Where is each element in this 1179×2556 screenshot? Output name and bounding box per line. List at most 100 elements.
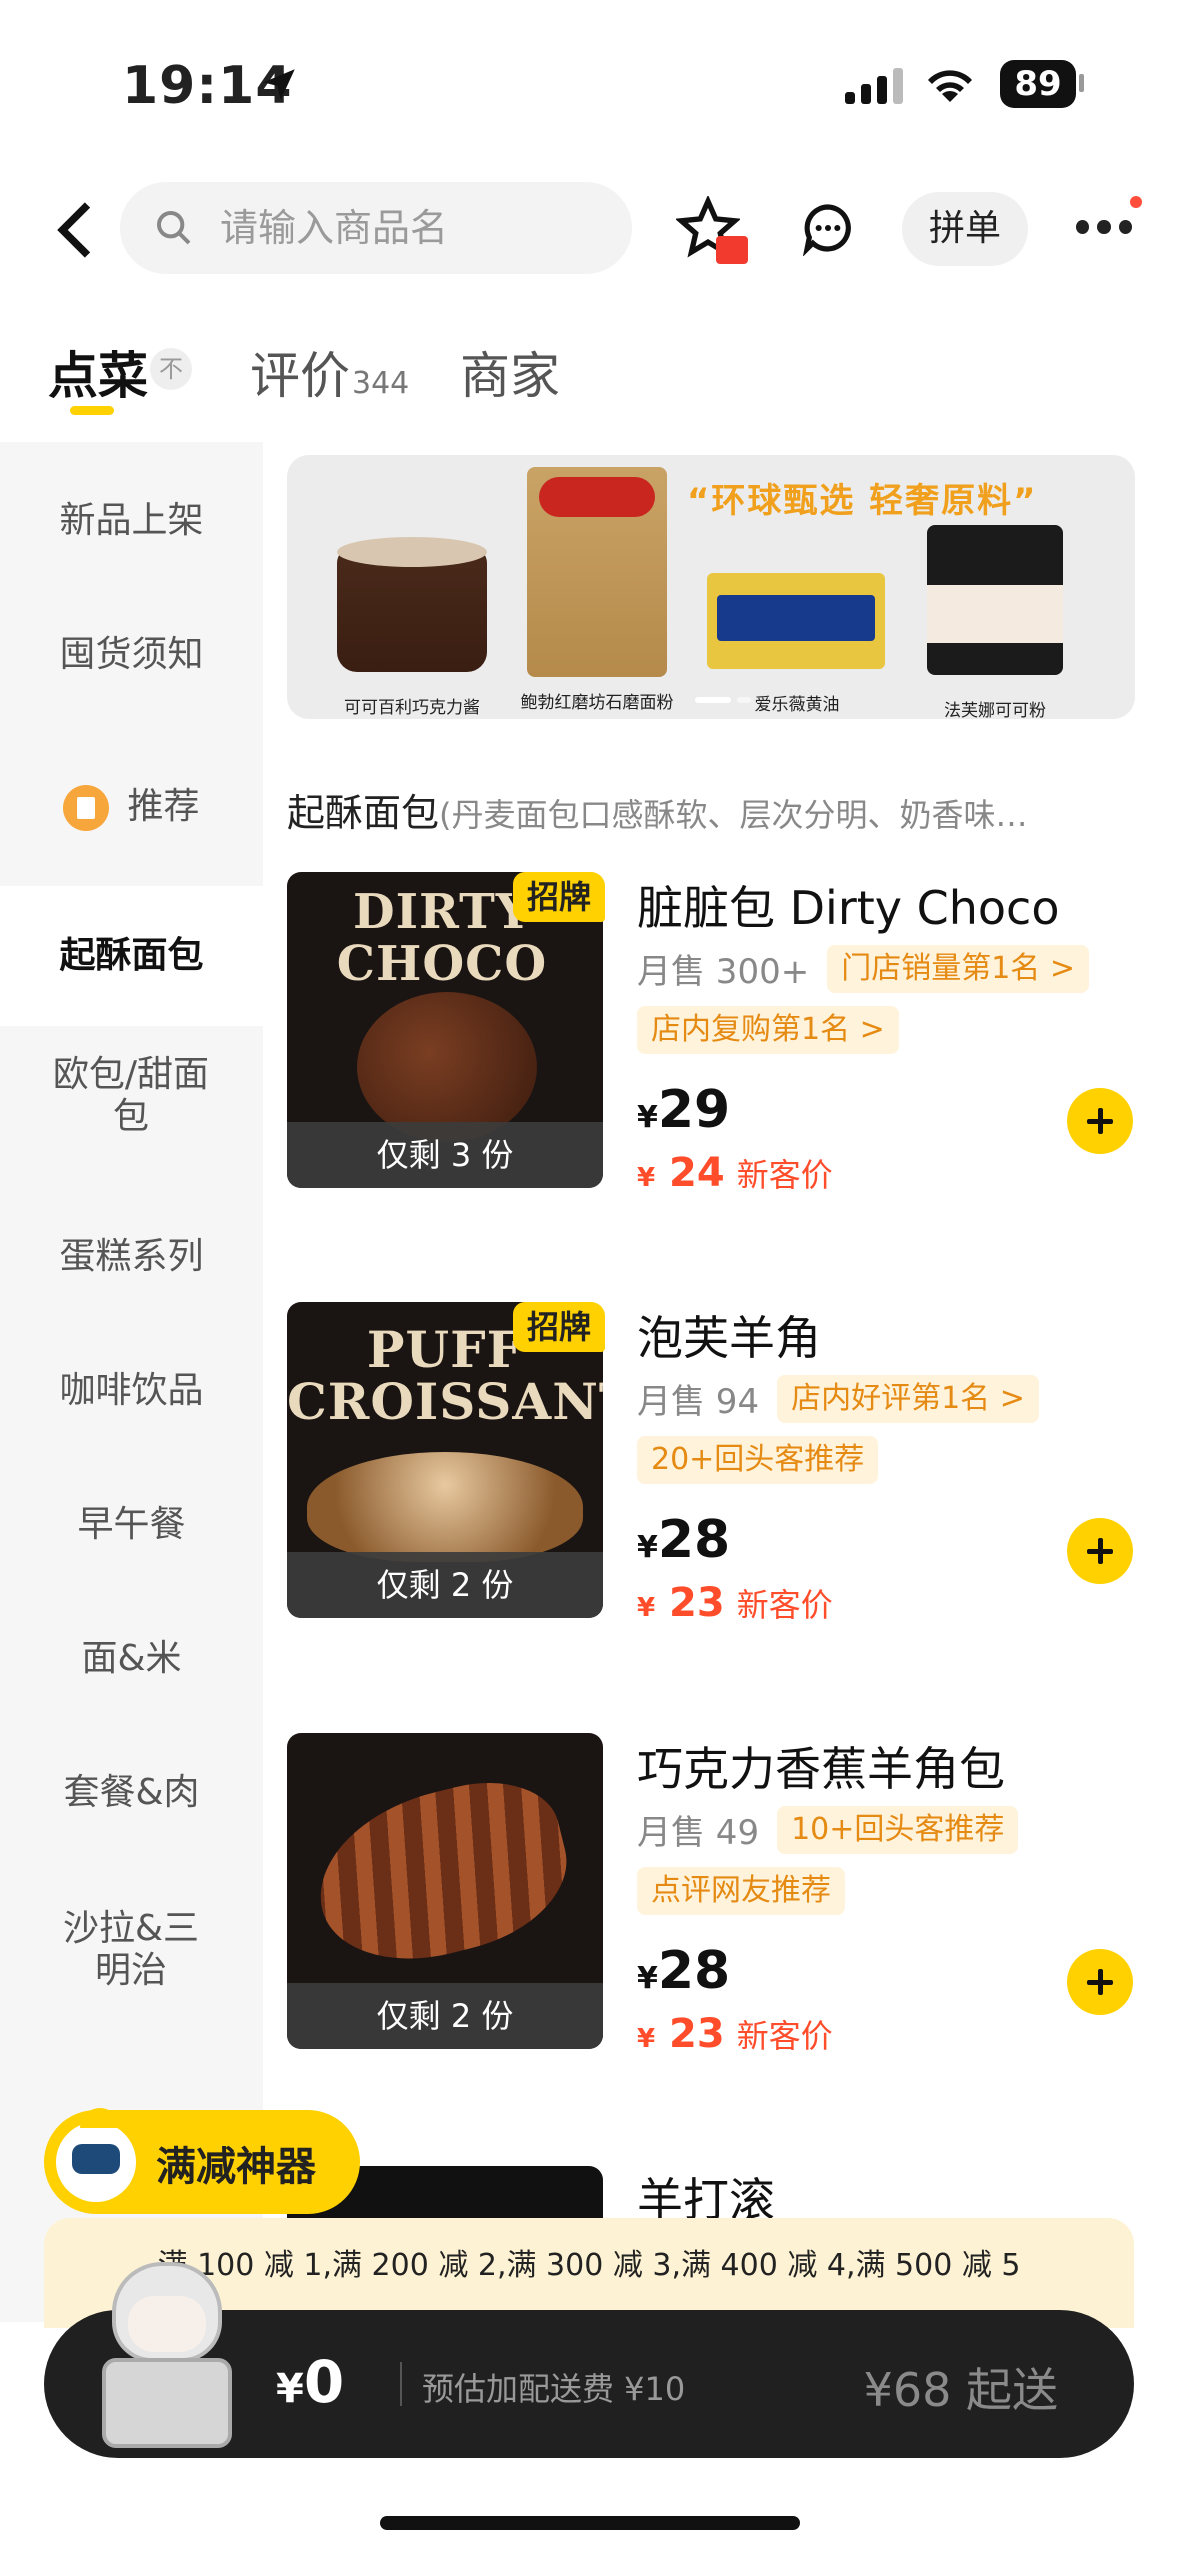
product-name: 巧克力香蕉羊角包 <box>637 1742 1005 1796</box>
tab-active-indicator <box>70 406 114 415</box>
section-title: 起酥面包(丹麦面包口感酥软、层次分明、奶香味… <box>287 782 1127 837</box>
chat-icon[interactable] <box>800 200 856 256</box>
sidebar-item-recommend[interactable]: 推荐 <box>0 762 263 852</box>
sidebar-item-notice[interactable]: 囤货须知 <box>0 634 263 676</box>
price-value: 28 <box>657 1941 731 2001</box>
monthly-sales: 月售 300+ <box>637 952 810 992</box>
status-bar: 19:14 89 <box>0 0 1179 170</box>
new-customer-price: ¥ 24 新客价 <box>637 1150 833 1196</box>
repeat-customer-tag: 20+回头客推荐 <box>637 1436 879 1484</box>
stock-remaining: 仅剩 2 份 <box>287 1552 603 1618</box>
cart-amount: 0 <box>303 2348 345 2416</box>
banner-pagination <box>695 697 751 703</box>
tab-reviews[interactable]: 评价344 <box>250 336 409 408</box>
new-price-value: 23 <box>669 1580 725 1626</box>
product-name: 泡芙羊角 <box>637 1311 821 1365</box>
recommend-icon <box>63 785 110 831</box>
sidebar-item-brunch[interactable]: 早午餐 <box>0 1504 263 1546</box>
add-to-cart-button[interactable] <box>1067 1518 1133 1584</box>
sidebar-item-salad-sandwich[interactable]: 沙拉&三明治 <box>56 1908 206 1992</box>
new-customer-price: ¥ 23 新客价 <box>637 2011 833 2057</box>
product-sales-row: 月售 49 10+回头客推荐 <box>637 1805 1019 1854</box>
tab-bar: 点菜 不 评价344 商家 <box>0 292 1179 442</box>
product-sales-row: 月售 94 店内好评第1名 > <box>637 1374 1039 1423</box>
discount-helper-button[interactable]: 满减神器 <box>44 2108 360 2214</box>
battery-tip <box>1079 74 1084 92</box>
currency-symbol: ¥ <box>637 2024 656 2054</box>
cart-robot-icon[interactable] <box>92 2262 242 2452</box>
section-name: 起酥面包 <box>287 791 440 835</box>
pin-top-icon[interactable]: 不 <box>150 348 192 390</box>
product-price: ¥28 <box>637 1941 730 2001</box>
product-card[interactable]: DIRTY CHOCO 仅剩 3 份 招牌 脏脏包 Dirty Choco 月售… <box>287 872 1157 1212</box>
robot-mascot-icon <box>52 2108 140 2206</box>
review-recommend-tag: 点评网友推荐 <box>637 1867 845 1915</box>
currency-symbol: ¥ <box>276 2366 304 2412</box>
currency-symbol: ¥ <box>637 1961 658 1996</box>
sidebar-item-puff-bread[interactable]: 起酥面包 <box>0 886 263 1026</box>
banner-product-chocolate: 可可百利巧克力酱 <box>337 537 487 718</box>
minimum-order-button[interactable]: ¥68 起送 <box>864 2354 1058 2420</box>
repeat-customer-tag: 10+回头客推荐 <box>777 1805 1019 1854</box>
back-icon[interactable] <box>50 200 100 260</box>
product-image[interactable]: 仅剩 2 份 <box>287 1733 603 2049</box>
new-customer-price: ¥ 23 新客价 <box>637 1580 833 1626</box>
sidebar-item-cake[interactable]: 蛋糕系列 <box>0 1236 263 1278</box>
location-arrow-icon <box>263 69 295 100</box>
banner-caption: 法芙娜可可粉 <box>944 701 1046 719</box>
search-header: 拼单 <box>0 170 1179 290</box>
add-to-cart-button[interactable] <box>1067 1088 1133 1154</box>
favorite-star-icon[interactable] <box>674 194 748 266</box>
sidebar-item-label: 推荐 <box>127 786 200 827</box>
monthly-sales: 月售 94 <box>637 1382 760 1422</box>
product-price: ¥28 <box>637 1510 730 1570</box>
group-order-button[interactable]: 拼单 <box>902 192 1028 266</box>
divider <box>400 2362 402 2406</box>
red-packet-icon <box>716 236 748 264</box>
rank-tag[interactable]: 门店销量第1名 > <box>827 944 1089 993</box>
currency-symbol: ¥ <box>637 1530 658 1565</box>
banner-caption: 可可百利巧克力酱 <box>344 698 480 718</box>
stock-remaining: 仅剩 2 份 <box>287 1983 603 2049</box>
rank-tag[interactable]: 店内复购第1名 > <box>637 1006 899 1054</box>
tab-merchant[interactable]: 商家 <box>460 336 560 408</box>
search-icon <box>157 211 191 245</box>
rank-tag[interactable]: 店内好评第1名 > <box>777 1374 1039 1423</box>
new-price-value: 23 <box>669 2011 725 2057</box>
banner-product-butter: 爱乐薇黄油 <box>707 573 885 715</box>
wifi-icon <box>928 70 972 102</box>
more-icon[interactable] <box>1076 196 1142 240</box>
notification-dot <box>1130 196 1142 208</box>
product-card[interactable]: PUFF CROISSANT 仅剩 2 份 招牌 泡芙羊角 月售 94 店内好评… <box>287 1302 1157 1642</box>
sidebar-item-noodles-rice[interactable]: 面&米 <box>0 1638 263 1680</box>
battery-icon: 89 <box>1000 60 1076 108</box>
signature-badge: 招牌 <box>513 1302 605 1352</box>
sidebar-item-euro-bread[interactable]: 欧包/甜面包 <box>41 1054 221 1138</box>
price-value: 28 <box>657 1510 731 1570</box>
promo-banner[interactable]: “环球甄选 轻奢原料” 可可百利巧克力酱 鲍勃红磨坊石磨面粉 爱乐薇黄油 法芙娜… <box>287 455 1135 719</box>
banner-product-cocoa: 法芙娜可可粉 <box>927 525 1063 719</box>
banner-product-flour: 鲍勃红磨坊石磨面粉 <box>521 467 674 713</box>
product-sales-row: 月售 300+ 门店销量第1名 > <box>637 944 1089 993</box>
banner-caption: 鲍勃红磨坊石磨面粉 <box>520 693 674 713</box>
home-indicator[interactable] <box>380 2516 800 2530</box>
search-bar[interactable] <box>120 182 632 274</box>
product-price: ¥29 <box>637 1080 730 1140</box>
banner-slogan: “环球甄选 轻奢原料” <box>687 481 1038 521</box>
sidebar-item-set-meat[interactable]: 套餐&肉 <box>0 1772 263 1814</box>
sidebar-item-coffee[interactable]: 咖啡饮品 <box>0 1370 263 1412</box>
delivery-fee: 预估加配送费 ¥10 <box>422 2370 686 2408</box>
cart-total: ¥0 <box>276 2348 344 2416</box>
sidebar-item-new[interactable]: 新品上架 <box>0 500 263 542</box>
search-input[interactable] <box>220 182 600 274</box>
currency-symbol: ¥ <box>637 1163 656 1193</box>
tab-order[interactable]: 点菜 <box>48 336 148 408</box>
discount-helper-label: 满减神器 <box>156 2144 316 2190</box>
product-card[interactable]: 仅剩 2 份 巧克力香蕉羊角包 月售 49 10+回头客推荐 点评网友推荐 ¥2… <box>287 1733 1157 2073</box>
tab-reviews-count: 344 <box>352 366 410 401</box>
add-to-cart-button[interactable] <box>1067 1949 1133 2015</box>
new-price-label: 新客价 <box>736 1586 833 1624</box>
stock-remaining: 仅剩 3 份 <box>287 1122 603 1188</box>
new-price-label: 新客价 <box>736 2017 833 2055</box>
currency-symbol: ¥ <box>637 1593 656 1623</box>
